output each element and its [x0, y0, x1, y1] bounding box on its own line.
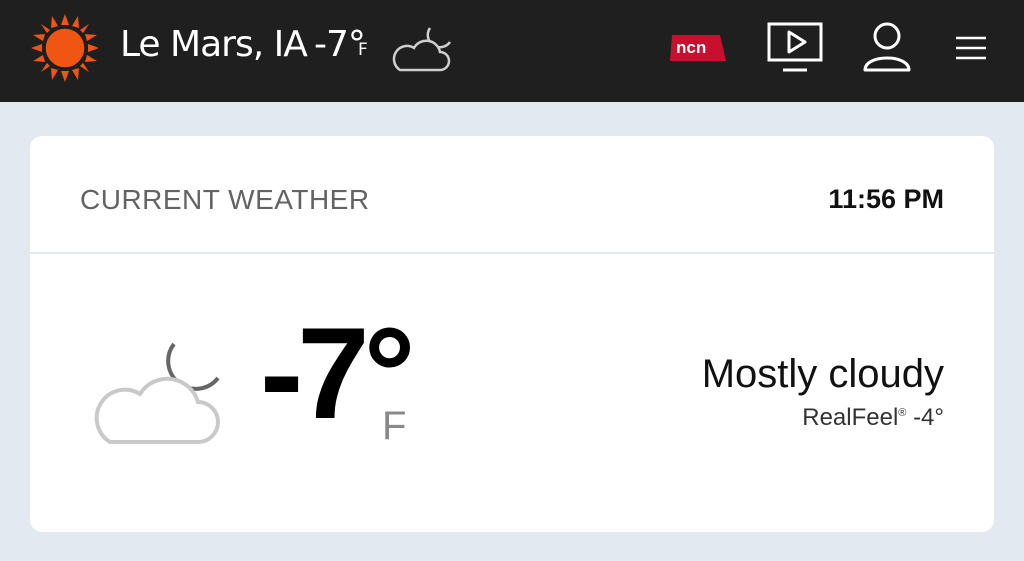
temperature-unit: F	[382, 404, 407, 448]
cloud-moon-icon	[392, 27, 452, 72]
card-title: CURRENT WEATHER	[80, 184, 370, 215]
location-name[interactable]: Le Mars, IA	[120, 24, 308, 65]
partner-logo[interactable]: ncn	[668, 33, 728, 63]
card-header: CURRENT WEATHER 11:56 PM	[30, 136, 994, 254]
menu-icon[interactable]	[950, 30, 990, 66]
realfeel-value: -4°	[913, 404, 944, 431]
realfeel-reading: RealFeel® -4°	[802, 404, 944, 432]
top-nav-bar: Le Mars, IA -7° F ncn	[0, 0, 1024, 102]
cloud-moon-icon	[94, 342, 220, 444]
current-weather-card[interactable]: CURRENT WEATHER 11:56 PM -7° F Mostly cl…	[30, 136, 994, 532]
header-temperature-unit: F	[358, 40, 368, 60]
weather-phrase: Mostly cloudy	[701, 352, 944, 396]
registered-mark: ®	[898, 407, 907, 419]
sun-logo-icon[interactable]	[30, 13, 100, 83]
current-time: 11:56 PM	[828, 184, 944, 214]
video-icon[interactable]	[764, 20, 826, 76]
realfeel-label: RealFeel	[802, 404, 899, 431]
partner-logo-text: ncn	[676, 38, 706, 57]
user-icon[interactable]	[858, 20, 916, 74]
